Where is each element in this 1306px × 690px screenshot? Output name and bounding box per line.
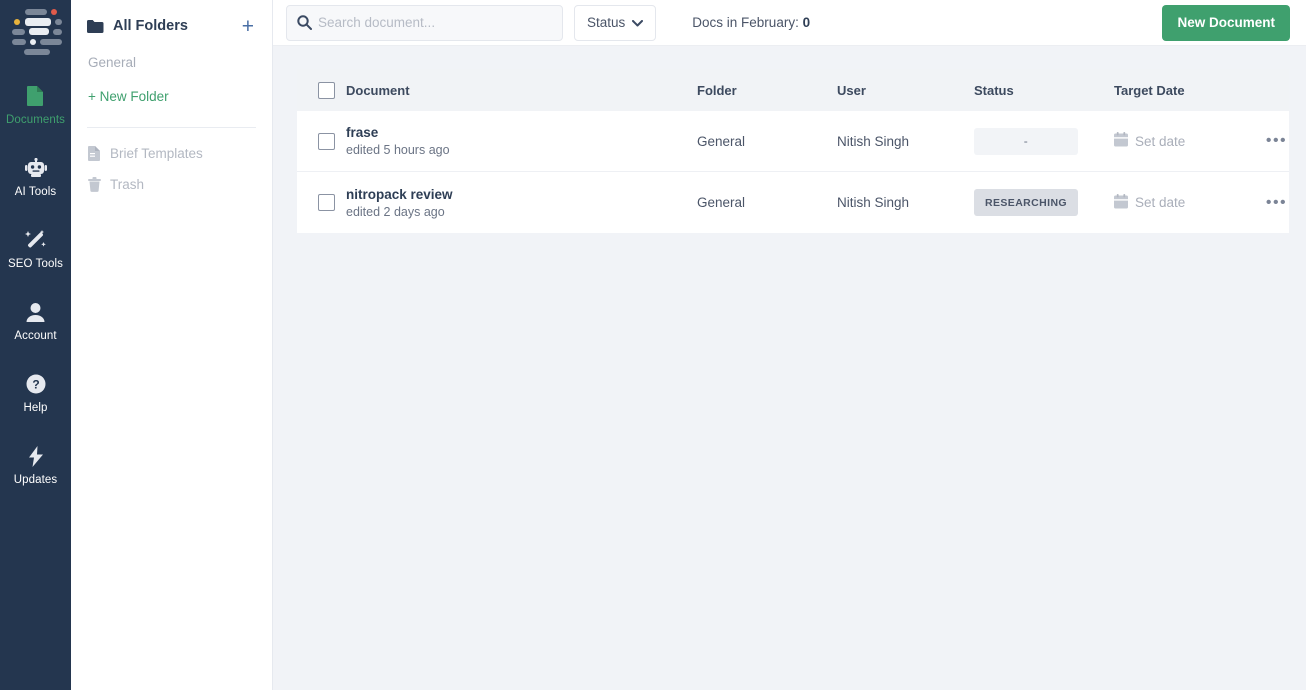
row-checkbox[interactable] xyxy=(318,194,335,211)
document-edited: edited 2 days ago xyxy=(346,204,445,219)
magic-wand-icon xyxy=(24,229,47,251)
folder-item-general[interactable]: General xyxy=(87,46,256,79)
chevron-down-icon xyxy=(632,15,644,30)
status-cell[interactable]: - xyxy=(974,127,1114,155)
svg-text:?: ? xyxy=(32,378,39,392)
help-circle-icon: ? xyxy=(26,373,46,395)
sidebar-item-seo-tools[interactable]: SEO Tools xyxy=(0,218,71,279)
sidebar-item-label: SEO Tools xyxy=(7,258,64,270)
row-actions-cell: ••• xyxy=(1264,194,1289,211)
status-filter-dropdown[interactable]: Status xyxy=(574,4,657,41)
status-badge[interactable]: - xyxy=(974,127,1078,155)
status-filter-label: Status xyxy=(587,15,626,30)
frase-logo[interactable] xyxy=(8,6,64,55)
sidebar-item-brief-templates[interactable]: Brief Templates xyxy=(87,138,256,169)
set-date-button[interactable]: Set date xyxy=(1114,193,1264,212)
document-title[interactable]: frase xyxy=(346,125,697,140)
document-cell[interactable]: frase edited 5 hours ago xyxy=(346,125,697,157)
set-date-label: Set date xyxy=(1135,195,1186,210)
column-header-document[interactable]: Document xyxy=(346,83,697,98)
lightning-bolt-icon xyxy=(28,445,44,467)
row-actions-cell: ••• xyxy=(1264,133,1289,149)
main-column: Status Docs in February: 0 New Document … xyxy=(273,0,1306,690)
toolbar: Status Docs in February: 0 New Document xyxy=(273,0,1306,46)
status-cell[interactable]: RESEARCHING xyxy=(974,189,1114,216)
more-options-icon[interactable]: ••• xyxy=(1266,194,1287,211)
column-header-folder[interactable]: Folder xyxy=(697,83,837,98)
user-cell: Nitish Singh xyxy=(837,195,910,210)
sidebar-item-account[interactable]: Account xyxy=(0,290,71,351)
sidebar-item-documents[interactable]: Documents xyxy=(0,74,71,135)
column-header-user[interactable]: User xyxy=(837,83,974,98)
content-area: Document Folder User Status Target Date … xyxy=(273,46,1306,690)
sidebar-item-label: Trash xyxy=(110,177,145,192)
folders-header: All Folders + xyxy=(87,0,256,46)
set-date-label: Set date xyxy=(1135,133,1186,149)
status-badge[interactable]: RESEARCHING xyxy=(974,189,1078,216)
table-header-row: Document Folder User Status Target Date xyxy=(297,69,1289,111)
sidebar-item-label: Brief Templates xyxy=(110,146,203,161)
app-root: Documents AI Tools SEO Tools Account ? H… xyxy=(0,0,1306,690)
add-folder-button[interactable]: + xyxy=(240,16,256,37)
document-title[interactable]: nitropack review xyxy=(346,187,697,202)
robot-icon xyxy=(24,157,47,179)
document-edited: edited 5 hours ago xyxy=(346,143,450,157)
docs-count-value: 0 xyxy=(802,15,811,30)
row-checkbox-cell xyxy=(297,132,346,150)
primary-nav-rail: Documents AI Tools SEO Tools Account ? H… xyxy=(0,0,71,690)
sidebar-item-updates[interactable]: Updates xyxy=(0,434,71,495)
select-all-checkbox-cell xyxy=(297,81,346,99)
select-all-checkbox[interactable] xyxy=(318,81,335,99)
sidebar-item-trash[interactable]: Trash xyxy=(87,169,256,200)
folders-panel: All Folders + General + New Folder Brief… xyxy=(71,0,273,690)
docs-count: Docs in February: 0 xyxy=(692,15,810,30)
calendar-icon xyxy=(1114,132,1128,150)
calendar-icon xyxy=(1114,193,1128,212)
table-row[interactable]: nitropack review edited 2 days ago Gener… xyxy=(297,172,1289,233)
sidebar-item-label: AI Tools xyxy=(14,186,57,198)
document-cell[interactable]: nitropack review edited 2 days ago xyxy=(346,187,697,219)
sidebar-item-label: Documents xyxy=(5,114,66,126)
folder-cell: General xyxy=(697,133,746,149)
column-header-status[interactable]: Status xyxy=(974,83,1114,98)
search-container xyxy=(286,4,563,41)
user-icon xyxy=(26,301,45,323)
document-icon xyxy=(26,85,45,107)
new-document-button[interactable]: New Document xyxy=(1162,4,1290,41)
folder-cell: General xyxy=(697,195,746,210)
new-folder-button[interactable]: + New Folder xyxy=(87,79,256,114)
sidebar-item-label: Help xyxy=(23,402,48,414)
sidebar-item-ai-tools[interactable]: AI Tools xyxy=(0,146,71,207)
table-row[interactable]: frase edited 5 hours ago General Nitish … xyxy=(297,111,1289,172)
sidebar-item-label: Account xyxy=(14,330,57,342)
target-date-cell[interactable]: Set date xyxy=(1114,132,1264,150)
row-checkbox-cell xyxy=(297,194,346,211)
user-cell: Nitish Singh xyxy=(837,133,910,149)
documents-table: Document Folder User Status Target Date … xyxy=(297,69,1289,233)
sidebar-item-label: Updates xyxy=(13,474,58,486)
sidebar-item-help[interactable]: ? Help xyxy=(0,362,71,423)
trash-icon xyxy=(88,177,110,192)
more-options-icon[interactable]: ••• xyxy=(1266,133,1287,149)
column-header-target-date[interactable]: Target Date xyxy=(1114,83,1264,98)
target-date-cell[interactable]: Set date xyxy=(1114,193,1264,212)
search-icon xyxy=(297,14,312,35)
docs-count-label: Docs in February: xyxy=(692,15,799,30)
page-title: All Folders xyxy=(113,18,188,34)
search-input[interactable] xyxy=(286,4,563,41)
folder-icon xyxy=(87,19,104,33)
row-checkbox[interactable] xyxy=(318,132,335,150)
set-date-button[interactable]: Set date xyxy=(1114,132,1264,150)
panel-divider xyxy=(87,127,256,128)
file-text-icon xyxy=(88,146,110,161)
